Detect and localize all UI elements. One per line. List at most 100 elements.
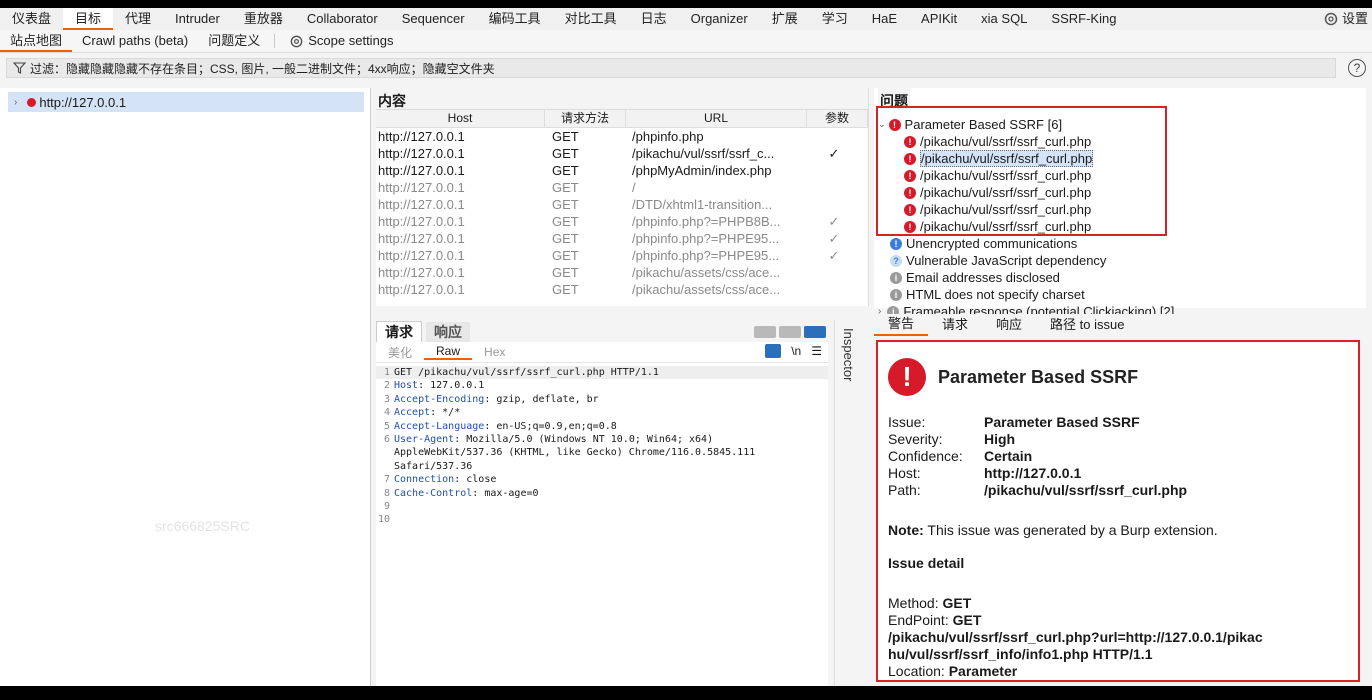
line-number: 9: [383, 501, 390, 513]
tab-ssrf-king[interactable]: SSRF-King: [1039, 8, 1128, 30]
tab-site-map[interactable]: 站点地图: [0, 30, 73, 52]
tab-decoder[interactable]: 编码工具: [477, 8, 553, 30]
help-icon[interactable]: ?: [1348, 59, 1366, 77]
code-line: 8 Cache-Control: max-age=0: [376, 487, 828, 500]
code-line: 7 Connection: close: [376, 473, 828, 486]
tab-collaborator[interactable]: Collaborator: [295, 8, 390, 30]
tab-repeater[interactable]: 重放器: [232, 8, 295, 30]
tab-extensions[interactable]: 扩展: [760, 8, 810, 30]
issue-item[interactable]: i HTML does not specify charset: [890, 286, 1085, 303]
filter-text: 过滤：隐藏隐藏隐藏不存在条目；CSS, 图片, 一般二进制文件；4xx响应；隐藏…: [30, 61, 495, 76]
code-line: 6 User-Agent: Mozilla/5.0 (Windows NT 10.…: [376, 433, 828, 446]
line-content: GET /pikachu/vul/ssrf/ssrf_curl.php HTTP…: [394, 366, 659, 379]
wrap-lines-icon[interactable]: [765, 344, 782, 358]
tab-proxy[interactable]: 代理: [113, 8, 163, 30]
tab-advisory-response[interactable]: 响应: [982, 315, 1036, 335]
tab-organizer[interactable]: Organizer: [679, 8, 760, 30]
tab-crawl-paths[interactable]: Crawl paths (beta): [72, 30, 198, 52]
table-row[interactable]: http://127.0.0.1 GET/phpMyAdmin/index.php: [376, 162, 868, 179]
header-value: : max-age=0: [472, 487, 539, 499]
settings-button[interactable]: 设置: [1323, 8, 1368, 30]
burp-window: 仪表盘 目标 代理 Intruder 重放器 Collaborator Sequ…: [0, 8, 1372, 686]
filter-bar[interactable]: 过滤：隐藏隐藏隐藏不存在条目；CSS, 图片, 一般二进制文件；4xx响应；隐藏…: [6, 58, 1336, 78]
tab-path-to-issue[interactable]: 路径 to issue: [1036, 315, 1138, 335]
cell-params: ✓: [828, 214, 840, 229]
cell-method: GET: [552, 129, 579, 144]
line-number: 5: [383, 420, 390, 432]
scope-settings-label: Scope settings: [308, 33, 394, 48]
tab-dashboard[interactable]: 仪表盘: [0, 8, 63, 30]
issue-item-label: HTML does not specify charset: [906, 287, 1085, 302]
site-map-host-node[interactable]: › http://127.0.0.1: [8, 92, 364, 112]
column-header-params[interactable]: 参数: [807, 110, 868, 127]
table-row[interactable]: http://127.0.0.1 GET/pikachu/vul/ssrf/ssr…: [376, 145, 868, 162]
request-editor[interactable]: 1 GET /pikachu/vul/ssrf/ssrf_curl.php HTT…: [376, 363, 828, 527]
line-content: User-Agent: Mozilla/5.0 (Windows NT 10.0…: [394, 433, 713, 446]
line-content: Connection: close: [394, 473, 496, 486]
line-content: Accept: */*: [394, 406, 460, 419]
table-row[interactable]: http://127.0.0.1 GET/pikachu/assets/css/a…: [376, 281, 868, 298]
cell-params: ✓: [828, 231, 840, 246]
chevron-right-icon[interactable]: ›: [14, 97, 17, 108]
tab-pretty[interactable]: 美化: [376, 344, 424, 361]
content-panel: 内容 Host 请求方法 URL 参数 http://127.0.0.1 GET /…: [376, 88, 869, 306]
table-row[interactable]: http://127.0.0.1 GET/pikachu/assets/css/a…: [376, 264, 868, 281]
cell-method: GET: [552, 231, 579, 246]
host-label: http://127.0.0.1: [39, 94, 127, 110]
table-row[interactable]: http://127.0.0.1 GET /: [376, 179, 868, 196]
column-header-url[interactable]: URL: [626, 110, 807, 127]
sub-tab-bar: 站点地图 Crawl paths (beta) 问题定义 Scope setti…: [0, 30, 1372, 53]
layout-split-horizontal-button[interactable]: [754, 326, 776, 338]
table-row[interactable]: http://127.0.0.1 GET/phpinfo.php?=PHPE95.…: [376, 230, 868, 247]
header-name: Accept: [394, 407, 431, 419]
tab-apikit[interactable]: APIKit: [909, 8, 969, 30]
issue-item[interactable]: ! Unencrypted communications: [890, 235, 1077, 252]
table-row[interactable]: http://127.0.0.1 GET/phpinfo.php?=PHPB8B.…: [376, 213, 868, 230]
inspector-label: Inspector: [841, 328, 856, 382]
line-content: AppleWebKit/537.36 (KHTML, like Gecko) C…: [394, 446, 755, 459]
tab-raw[interactable]: Raw: [424, 344, 473, 360]
code-line: 1 GET /pikachu/vul/ssrf/ssrf_curl.php HTT…: [376, 366, 828, 380]
cell-host: http://127.0.0.1: [378, 197, 465, 212]
tab-advisory-request[interactable]: 请求: [928, 315, 982, 335]
table-row[interactable]: http://127.0.0.1 GET/DTD/xhtml1-transitio…: [376, 196, 868, 213]
tab-issue-definitions[interactable]: 问题定义: [198, 30, 270, 52]
tab-learn[interactable]: 学习: [810, 8, 860, 30]
inspector-sidebar[interactable]: Inspector: [834, 320, 869, 686]
line-content: Safari/537.36: [394, 460, 472, 473]
tab-logger[interactable]: 日志: [629, 8, 679, 30]
table-row[interactable]: http://127.0.0.1 GET/phpinfo.php: [376, 128, 868, 145]
line-number: 6: [383, 434, 390, 446]
tab-request[interactable]: 请求: [376, 321, 422, 342]
column-header-method[interactable]: 请求方法: [545, 110, 626, 127]
scope-settings-button[interactable]: Scope settings: [279, 30, 403, 52]
layout-toggle: [754, 326, 826, 338]
divider: [274, 34, 276, 48]
tab-xia-sql[interactable]: xia SQL: [969, 8, 1039, 30]
cell-host: http://127.0.0.1: [378, 180, 465, 195]
tab-target[interactable]: 目标: [63, 8, 114, 30]
menu-icon[interactable]: ☰: [811, 344, 822, 358]
filter-icon: [13, 62, 26, 74]
code-line: 5 Accept-Language: en-US;q=0.9,en;q=0.8: [376, 420, 828, 433]
tab-advisory[interactable]: 警告: [874, 314, 929, 336]
layout-single-button[interactable]: [804, 326, 826, 338]
cell-params: [804, 264, 864, 281]
column-header-host[interactable]: Host: [376, 110, 545, 127]
table-row[interactable]: http://127.0.0.1 GET/phpinfo.php?=PHPE95.…: [376, 247, 868, 264]
cell-url: /phpinfo.php: [632, 129, 704, 144]
cell-host: http://127.0.0.1: [378, 146, 465, 161]
issue-item[interactable]: ? Vulnerable JavaScript dependency: [890, 252, 1106, 269]
tab-hae[interactable]: HaE: [860, 8, 909, 30]
cell-params: [804, 179, 864, 196]
tab-intruder[interactable]: Intruder: [163, 8, 232, 30]
tab-comparer[interactable]: 对比工具: [553, 8, 629, 30]
show-newlines-icon[interactable]: \n: [791, 344, 801, 358]
top-tab-bar: 仪表盘 目标 代理 Intruder 重放器 Collaborator Sequ…: [0, 8, 1372, 31]
tab-hex[interactable]: Hex: [472, 345, 517, 359]
issue-item[interactable]: i Email addresses disclosed: [890, 269, 1060, 286]
layout-split-vertical-button[interactable]: [779, 326, 801, 338]
tab-sequencer[interactable]: Sequencer: [390, 8, 477, 30]
line-number: [376, 446, 394, 459]
tab-response[interactable]: 响应: [426, 322, 470, 342]
